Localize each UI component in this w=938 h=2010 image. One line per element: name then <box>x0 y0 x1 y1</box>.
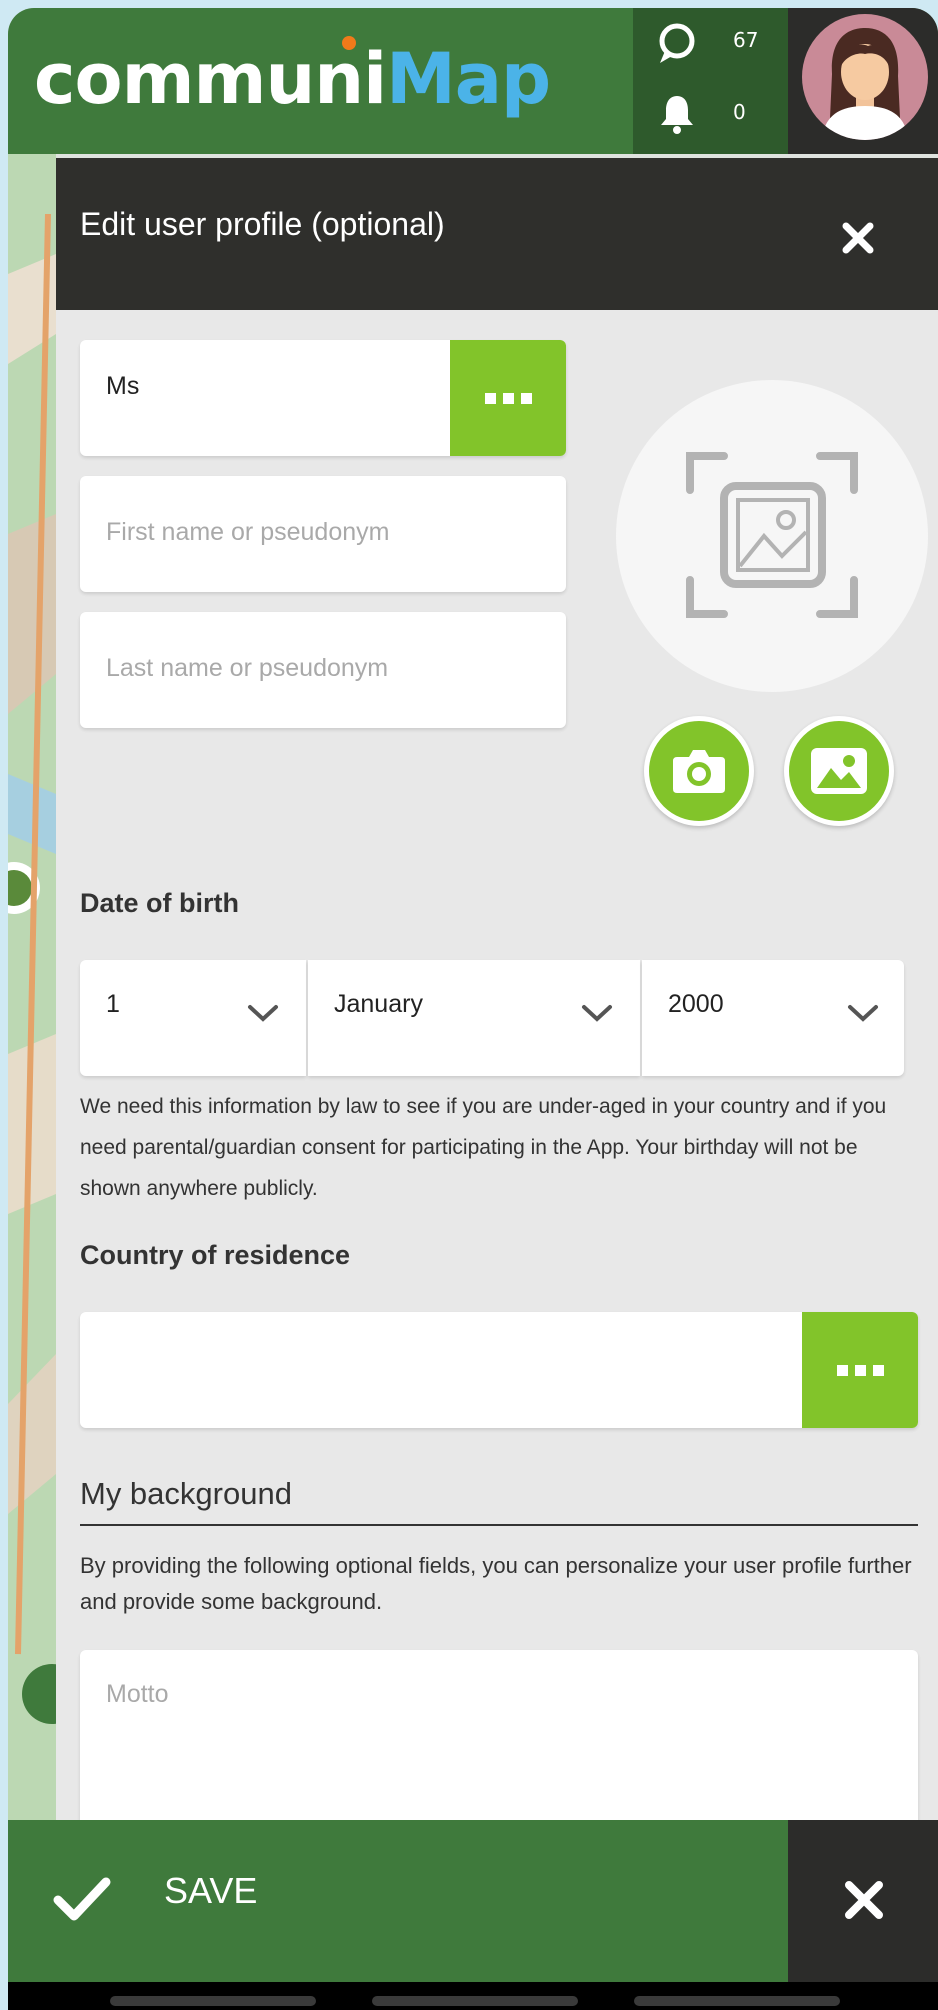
country-options-button[interactable] <box>802 1312 918 1428</box>
profile-button[interactable] <box>788 8 938 154</box>
salutation-value: Ms <box>106 372 140 400</box>
last-name-placeholder: Last name or pseudonym <box>106 654 389 682</box>
more-dots-icon <box>854 1364 866 1376</box>
bottom-action-bar: SAVE <box>8 1820 938 1982</box>
image-frame-icon <box>686 452 858 618</box>
chevron-down-icon <box>248 1005 278 1022</box>
dob-day-value: 1 <box>106 990 120 1018</box>
close-icon[interactable] <box>838 218 878 258</box>
chevron-down-icon <box>582 1005 612 1022</box>
motto-placeholder: Motto <box>106 1680 169 1708</box>
first-name-input[interactable]: First name or pseudonym <box>80 476 566 592</box>
profile-photo-placeholder[interactable] <box>616 380 928 692</box>
take-photo-button[interactable] <box>644 716 754 826</box>
bell-icon <box>655 92 699 136</box>
dob-label: Date of birth <box>80 888 239 918</box>
background-description: By providing the following optional fiel… <box>80 1553 912 1614</box>
map-background <box>8 154 56 1824</box>
dob-year-value: 2000 <box>668 990 724 1018</box>
map-pin-icon <box>655 22 699 66</box>
salutation-field[interactable]: Ms <box>80 340 566 456</box>
nav-handle <box>372 1996 578 2006</box>
section-divider <box>80 1524 918 1526</box>
logo-text-communi: communi <box>34 38 387 120</box>
logo-dot <box>342 36 356 50</box>
last-name-input[interactable]: Last name or pseudonym <box>80 612 566 728</box>
top-bar: communiMap 67 0 <box>8 8 938 154</box>
checkmark-icon <box>53 1877 111 1921</box>
stats-panel[interactable]: 67 0 <box>633 8 788 154</box>
close-icon <box>845 1881 883 1919</box>
country-field[interactable] <box>80 1312 918 1428</box>
nav-handle <box>634 1996 840 2006</box>
dob-year-select[interactable]: 2000 <box>642 960 904 1076</box>
dob-day-select[interactable]: 1 <box>80 960 306 1076</box>
more-dots-icon <box>872 1364 884 1376</box>
nav-handle <box>110 1996 316 2006</box>
save-button[interactable]: SAVE <box>8 1820 788 1982</box>
app-screen: communiMap 67 0 Edit user profile (optio… <box>8 8 938 2010</box>
dob-legal-note: We need this information by law to see i… <box>80 1095 887 1200</box>
dob-month-select[interactable]: January <box>308 960 640 1076</box>
more-dots-icon <box>836 1364 848 1376</box>
save-label: SAVE <box>164 1870 258 1911</box>
panel-title: Edit user profile (optional) <box>80 206 445 242</box>
system-nav-bar <box>8 1982 938 2010</box>
more-dots-icon <box>502 392 514 404</box>
notifications-count: 0 <box>733 100 746 124</box>
edit-profile-panel: Edit user profile (optional) Ms First na… <box>56 158 938 1824</box>
dob-month-value: January <box>334 990 423 1018</box>
cancel-button[interactable] <box>788 1820 938 1982</box>
avatar <box>802 14 928 140</box>
country-label: Country of residence <box>80 1240 351 1270</box>
salutation-options-button[interactable] <box>450 340 566 456</box>
panel-header: Edit user profile (optional) <box>56 158 938 310</box>
app-logo: communiMap <box>34 44 551 114</box>
camera-icon <box>673 750 725 793</box>
first-name-placeholder: First name or pseudonym <box>106 518 390 546</box>
chevron-down-icon <box>848 1005 878 1022</box>
background-section-title: My background <box>80 1476 292 1511</box>
contributions-count: 67 <box>733 28 759 52</box>
choose-image-button[interactable] <box>784 716 894 826</box>
more-dots-icon <box>520 392 532 404</box>
logo-text-map: Map <box>386 38 551 120</box>
motto-input[interactable]: Motto <box>80 1650 918 1824</box>
gallery-icon <box>811 748 867 794</box>
more-dots-icon <box>484 392 496 404</box>
